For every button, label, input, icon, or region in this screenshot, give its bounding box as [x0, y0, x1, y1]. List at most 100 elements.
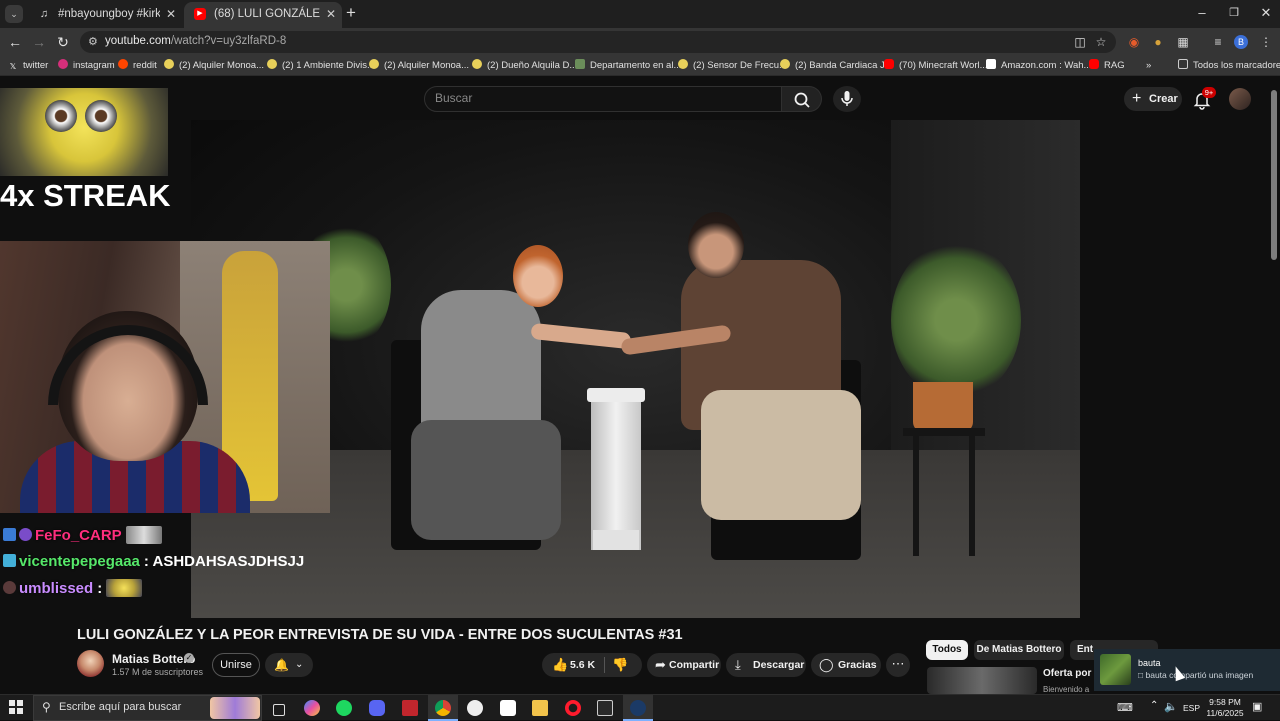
- join-button[interactable]: Unirse: [212, 653, 260, 677]
- thumbs-down-icon[interactable]: 👎: [612, 653, 628, 677]
- keyboard-icon[interactable]: ⌨: [1117, 701, 1133, 714]
- channel-avatar[interactable]: [77, 650, 104, 677]
- bookmark-reddit[interactable]: reddit: [118, 59, 157, 73]
- create-button[interactable]: + Crear: [1124, 87, 1182, 111]
- bookmark-item[interactable]: (70) Minecraft Worl...: [884, 59, 988, 73]
- download-label: Descargar: [753, 659, 805, 671]
- search-button[interactable]: [782, 86, 822, 112]
- clock[interactable]: 9:58 PM 11/6/2025: [1204, 697, 1246, 719]
- thumbs-up-icon: 👍: [552, 657, 569, 672]
- bookmark-item[interactable]: (2) Banda Cardiaca J...: [780, 59, 893, 73]
- bookmark-item[interactable]: RAG: [1089, 59, 1125, 73]
- volume-icon[interactable]: 🔈: [1164, 700, 1178, 713]
- extension-icon[interactable]: ●: [1150, 34, 1166, 50]
- bookmark-twitter[interactable]: 𝕏twitter: [8, 59, 49, 73]
- menu-icon[interactable]: ⋮: [1258, 34, 1274, 50]
- marketplace-icon: [267, 59, 277, 69]
- bookmark-item[interactable]: Amazon.com : Wah...: [986, 59, 1091, 73]
- chip-all[interactable]: Todos: [926, 640, 968, 660]
- profile-icon[interactable]: B: [1234, 35, 1248, 49]
- taskbar-search[interactable]: ⚲: [33, 695, 262, 721]
- install-app-icon[interactable]: ◫: [1072, 34, 1088, 50]
- tab-search-button[interactable]: ⌄: [5, 5, 23, 23]
- search-input[interactable]: [435, 91, 765, 105]
- voice-search-button[interactable]: [833, 86, 861, 112]
- bookmark-label: Departamento en al...: [590, 60, 682, 71]
- recommended-thumbnail[interactable]: [927, 667, 1037, 694]
- pedestal-column: [591, 390, 641, 550]
- chevron-up-icon[interactable]: ⌃: [1150, 700, 1158, 711]
- instagram-icon: [58, 59, 68, 69]
- bookmark-item[interactable]: Departamento en al...: [575, 59, 681, 73]
- tab-youtube[interactable]: ▶ (68) LULI GONZÁLEZ Y LA PEOR ✕: [184, 2, 342, 28]
- chrome-icon[interactable]: [428, 695, 458, 721]
- bookmark-item[interactable]: (2) Alquiler Monoa...: [164, 59, 264, 73]
- voicemeeter-icon[interactable]: [395, 695, 425, 721]
- bookmark-item[interactable]: (2) Alquiler Monoa...: [369, 59, 469, 73]
- epic-games-icon[interactable]: [590, 695, 620, 721]
- like-button[interactable]: 👍 5.6 K 👎: [542, 653, 642, 677]
- subscriber-count: 1.57 M de suscriptores: [112, 667, 204, 677]
- minimize-icon[interactable]: –: [1190, 4, 1214, 22]
- bookmark-item[interactable]: (2) 1 Ambiente Divis...: [267, 59, 375, 73]
- task-view-icon[interactable]: [264, 695, 294, 721]
- search-icon: ⚲: [42, 700, 51, 714]
- opera-icon[interactable]: [558, 695, 588, 721]
- github-icon[interactable]: [460, 695, 490, 721]
- bookmark-label: reddit: [133, 60, 157, 71]
- discord-icon[interactable]: [362, 695, 392, 721]
- avatar[interactable]: [1229, 88, 1251, 110]
- chat-message: vicentepepegaaa: ASHDAHSASJDHSJJ: [3, 551, 304, 573]
- close-icon[interactable]: ✕: [326, 2, 336, 26]
- reload-icon[interactable]: ↻: [54, 33, 72, 51]
- channel-name[interactable]: Matias Bottero: [112, 652, 195, 666]
- scrollbar[interactable]: [1271, 90, 1277, 260]
- extension-icon[interactable]: ◉: [1126, 34, 1142, 50]
- download-button[interactable]: ⤓ Descargar: [726, 653, 806, 677]
- more-actions-icon[interactable]: ⋯: [886, 653, 910, 677]
- bookmark-item[interactable]: (2) Sensor De Frecu...: [678, 59, 787, 73]
- reddit-icon: [118, 59, 128, 69]
- star-icon[interactable]: ☆: [1093, 34, 1109, 50]
- bookmarks-overflow-icon[interactable]: »: [1146, 59, 1151, 73]
- chat-username: FeFo_CARP: [35, 527, 122, 544]
- media-icon[interactable]: ≡: [1210, 34, 1226, 50]
- folder-icon: [1178, 59, 1188, 69]
- address-bar[interactable]: ⚙ youtube.com/watch?v=uy3zlfaRD-8 ◫ ☆: [80, 31, 1116, 53]
- file-explorer-icon[interactable]: [525, 695, 555, 721]
- person-woman-legs: [411, 420, 561, 540]
- window-close-icon[interactable]: ✕: [1254, 4, 1278, 22]
- new-tab-button[interactable]: +: [346, 3, 356, 23]
- bookmark-item[interactable]: (2) Dueño Alquila D...: [472, 59, 577, 73]
- bookmark-label: (2) Dueño Alquila D...: [487, 60, 578, 71]
- taskbar-search-input[interactable]: [59, 701, 209, 713]
- tab-tiktok[interactable]: ♫ #nbayoungboy #kirk | TikTok ✕: [28, 2, 182, 28]
- search-box[interactable]: [424, 86, 782, 112]
- copilot-icon[interactable]: [297, 695, 327, 721]
- close-icon[interactable]: ✕: [166, 2, 176, 26]
- search-icon: [794, 92, 810, 108]
- bookmark-instagram[interactable]: instagram: [58, 59, 115, 73]
- thanks-button[interactable]: ◯ Gracias: [811, 653, 881, 677]
- spotify-icon[interactable]: [329, 695, 359, 721]
- notification-center-icon[interactable]: ▣: [1252, 700, 1262, 713]
- notifications-button[interactable]: 9+: [1192, 87, 1216, 110]
- steam-icon[interactable]: [623, 695, 653, 721]
- subscription-bell-button[interactable]: 🔔 ⌄: [265, 653, 313, 677]
- notification-toast[interactable]: bauta □ bauta compartió una imagen: [1094, 649, 1280, 691]
- all-bookmarks[interactable]: Todos los marcadores: [1178, 59, 1280, 73]
- windows-start-icon[interactable]: [9, 700, 23, 714]
- back-arrow-icon[interactable]: ←: [6, 33, 24, 51]
- restore-icon[interactable]: ❐: [1222, 4, 1246, 22]
- chip-channel[interactable]: De Matias Bottero: [974, 640, 1064, 660]
- bookmark-label: (70) Minecraft Worl...: [899, 60, 988, 71]
- bookmark-label: (2) Banda Cardiaca J...: [795, 60, 893, 71]
- terminal-icon[interactable]: [493, 695, 523, 721]
- site-info-icon[interactable]: ⚙: [88, 35, 98, 48]
- share-button[interactable]: ➦ Compartir: [647, 653, 721, 677]
- language-indicator[interactable]: ESP: [1183, 703, 1200, 713]
- recommended-title[interactable]: Oferta por t: [1043, 668, 1097, 679]
- puzzle-icon[interactable]: ▦: [1175, 34, 1191, 50]
- forward-arrow-icon[interactable]: →: [30, 33, 48, 51]
- person-woman-head: [513, 245, 563, 307]
